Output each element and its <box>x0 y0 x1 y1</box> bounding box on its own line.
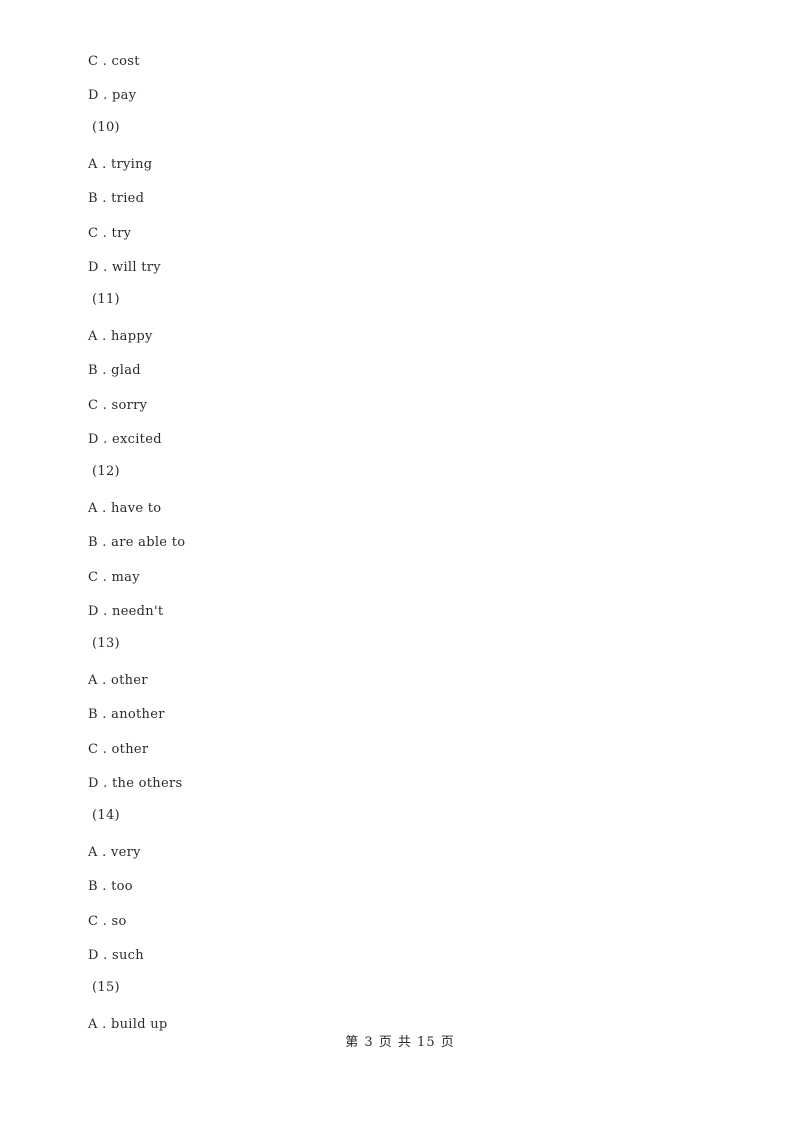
page-footer: 第 3 页 共 15 页 <box>345 1035 455 1050</box>
question-number: (15) <box>92 980 120 995</box>
option-c: C . sorry <box>88 398 148 413</box>
option-c: C . cost <box>88 54 140 69</box>
option-d: D . excited <box>88 432 162 447</box>
question-number: (12) <box>92 464 120 479</box>
option-c: C . try <box>88 226 132 241</box>
option-c: C . so <box>88 914 127 929</box>
option-b: B . glad <box>88 363 141 378</box>
option-a: A . very <box>88 845 141 860</box>
option-b: B . tried <box>88 191 145 206</box>
option-a: A . other <box>88 673 148 688</box>
option-a: A . trying <box>88 157 153 172</box>
option-a: A . build up <box>88 1017 168 1032</box>
option-b: B . too <box>88 879 133 894</box>
document-page: C . cost D . pay (10) A . trying B . tri… <box>0 0 800 1132</box>
option-d: D . the others <box>88 776 183 791</box>
question-number: (10) <box>92 120 120 135</box>
option-b: B . are able to <box>88 535 186 550</box>
option-d: D . will try <box>88 260 161 275</box>
question-number: (14) <box>92 808 120 823</box>
option-a: A . happy <box>88 329 153 344</box>
option-d: D . such <box>88 948 144 963</box>
question-number: (13) <box>92 636 120 651</box>
option-c: C . may <box>88 570 140 585</box>
option-d: D . needn't <box>88 604 164 619</box>
question-number: (11) <box>92 292 120 307</box>
option-b: B . another <box>88 707 165 722</box>
option-a: A . have to <box>88 501 162 516</box>
option-d: D . pay <box>88 88 137 103</box>
option-c: C . other <box>88 742 149 757</box>
